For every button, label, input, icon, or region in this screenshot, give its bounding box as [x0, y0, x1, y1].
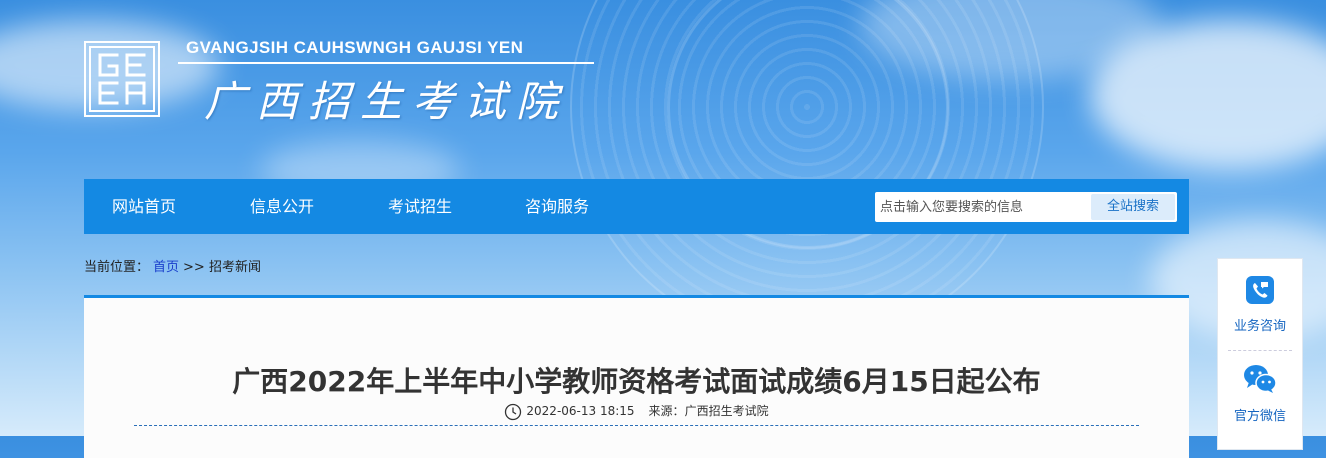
nav-item-consulting[interactable]: 咨询服务: [525, 179, 589, 234]
main-nav: 网站首页 信息公开 考试招生 咨询服务 全站搜索: [84, 179, 1189, 234]
side-item-consult[interactable]: 业务咨询: [1218, 275, 1302, 334]
article-divider: [134, 425, 1139, 426]
article-title: 广西2022年上半年中小学教师资格考试面试成绩6月15日起公布: [232, 365, 1041, 398]
site-name-chinese: 广西招生考试院: [204, 77, 569, 126]
site-logo[interactable]: [84, 41, 160, 117]
nav-item-exam-admission[interactable]: 考试招生: [388, 179, 452, 234]
search-box: 全站搜索: [875, 192, 1177, 222]
side-item-consult-label: 业务咨询: [1233, 319, 1286, 334]
breadcrumb-prefix: 当前位置：: [84, 260, 150, 275]
breadcrumb: 当前位置： 首页 >> 招考新闻: [84, 256, 261, 275]
article-meta: 2022-06-13 18:15 来源：广西招生考试院: [84, 402, 1189, 421]
clock-icon: [505, 403, 522, 420]
article-panel: 广西2022年上半年中小学教师资格考试面试成绩6月15日起公布 2022-06-…: [84, 295, 1189, 458]
article-date: 2022-06-13 18:15: [526, 404, 635, 418]
phone-chat-icon: [1246, 276, 1274, 304]
wechat-icon: [1244, 365, 1277, 393]
site-search-button[interactable]: 全站搜索: [1091, 194, 1175, 220]
breadcrumb-home-link[interactable]: 首页: [153, 260, 179, 275]
search-input[interactable]: [875, 192, 1099, 222]
geea-logo-mark: [84, 41, 160, 117]
header-divider: [178, 62, 594, 64]
article-source-label: 来源：: [648, 404, 685, 418]
nav-item-info-disclosure[interactable]: 信息公开: [250, 179, 314, 234]
breadcrumb-current: 招考新闻: [208, 260, 261, 275]
side-divider: [1228, 350, 1292, 351]
side-item-wechat-label: 官方微信: [1233, 409, 1286, 424]
article-source: 广西招生考试院: [684, 404, 769, 418]
site-name-english: GVANGJSIH CAUHSWNGH GAUJSI YEN: [186, 38, 524, 57]
breadcrumb-separator: >>: [183, 260, 205, 275]
side-item-wechat[interactable]: 官方微信: [1218, 363, 1302, 424]
side-float-panel: 业务咨询 官方微信: [1217, 258, 1303, 450]
nav-item-home[interactable]: 网站首页: [112, 179, 176, 234]
